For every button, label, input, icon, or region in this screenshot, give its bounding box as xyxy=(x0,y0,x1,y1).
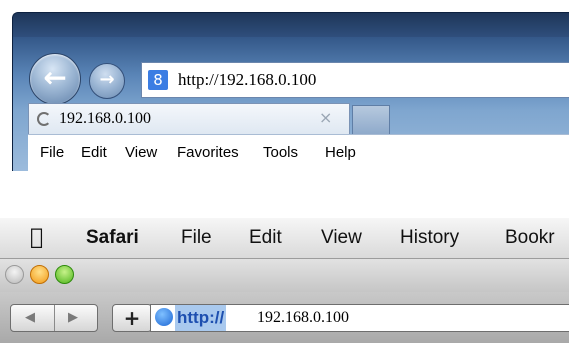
google-search-icon[interactable]: 8 xyxy=(148,70,168,90)
ie-window: ← → 8 http://192.168.0.100 192.168.0.100… xyxy=(12,12,569,171)
menu-history[interactable]: History xyxy=(400,227,459,249)
address-bar[interactable]: http:// 192.168.0.100 xyxy=(150,304,569,332)
nav-divider xyxy=(54,305,55,331)
menu-help[interactable]: Help xyxy=(325,144,356,162)
menu-bookmarks[interactable]: Bookr xyxy=(505,227,555,249)
arrow-left-icon: ← xyxy=(43,61,67,94)
menu-edit[interactable]: Edit xyxy=(249,227,282,249)
menu-file[interactable]: File xyxy=(40,144,64,162)
back-forward-group: ◀ ▶ xyxy=(10,304,98,332)
globe-icon xyxy=(155,308,173,326)
tab-title: 192.168.0.100 xyxy=(59,110,151,127)
safari-toolbar: ◀ ▶ + http:// 192.168.0.100 xyxy=(0,292,569,343)
menu-tools[interactable]: Tools xyxy=(263,144,298,162)
new-tab-button[interactable] xyxy=(352,105,390,134)
triangle-right-icon[interactable]: ▶ xyxy=(68,309,78,327)
menu-file[interactable]: File xyxy=(181,227,212,249)
url-host[interactable]: 192.168.0.100 xyxy=(257,305,349,331)
address-url[interactable]: http://192.168.0.100 xyxy=(178,69,316,91)
menu-view[interactable]: View xyxy=(125,144,157,162)
back-button[interactable]: ← xyxy=(29,53,81,105)
safari-title-bar xyxy=(0,259,569,292)
address-bar[interactable]: 8 http://192.168.0.100 xyxy=(141,62,569,98)
url-scheme-selection[interactable]: http:// xyxy=(175,305,227,331)
mac-menu-bar:  Safari File Edit View History Bookr xyxy=(0,218,569,259)
arrow-right-icon: → xyxy=(99,69,115,90)
menu-view[interactable]: View xyxy=(321,227,362,249)
triangle-left-icon[interactable]: ◀ xyxy=(25,309,35,327)
zoom-window-button[interactable] xyxy=(55,265,74,284)
close-window-button[interactable] xyxy=(5,265,24,284)
menu-bar: File Edit View Favorites Tools Help xyxy=(28,134,569,171)
ie-title-bar xyxy=(13,13,569,37)
menu-safari[interactable]: Safari xyxy=(86,227,139,249)
apple-logo-icon[interactable]:  xyxy=(30,224,43,252)
menu-edit[interactable]: Edit xyxy=(81,144,107,162)
forward-button[interactable]: → xyxy=(89,63,125,99)
menu-favorites[interactable]: Favorites xyxy=(177,144,239,162)
plus-icon: + xyxy=(123,306,141,330)
browser-tab[interactable]: 192.168.0.100 × xyxy=(28,103,350,134)
url-scheme: http:// xyxy=(177,308,225,327)
add-bookmark-button[interactable]: + xyxy=(112,304,152,332)
loading-spinner-icon xyxy=(37,112,51,126)
minimize-window-button[interactable] xyxy=(30,265,49,284)
close-tab-icon[interactable]: × xyxy=(319,108,332,128)
